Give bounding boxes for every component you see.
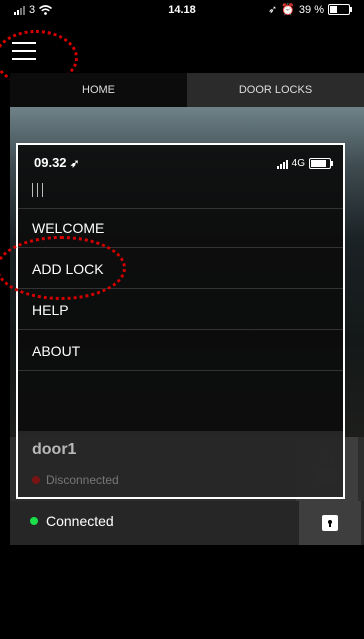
- padlock-icon: [322, 515, 338, 531]
- lock-status-text: Connected: [46, 513, 114, 529]
- door-status: Disconnected: [32, 473, 119, 487]
- battery-percent: 39 %: [298, 3, 324, 16]
- location-arrow-icon: ➶: [268, 4, 278, 16]
- overlay-screenshot: 09.32 ➶ 4G WELCOME ADD LOCK HELP ABOUT d…: [16, 143, 345, 499]
- menu-item-about[interactable]: ABOUT: [18, 331, 343, 371]
- status-right: ➶ ⏰ 39 %: [268, 3, 352, 16]
- battery-icon: [328, 4, 352, 15]
- connected-dot: [30, 517, 38, 525]
- signal-icon: [276, 159, 288, 169]
- tab-bar: HOME DOOR LOCKS: [10, 73, 364, 107]
- status-bar: 3 14.18 ➶ ⏰ 39 %: [0, 0, 364, 22]
- disconnected-dot: [32, 476, 40, 484]
- overlay-time: 09.32: [34, 155, 67, 170]
- overlay-time-group: 09.32 ➶: [34, 155, 79, 170]
- drawer-menu-icon[interactable]: [32, 183, 43, 197]
- battery-icon: [309, 158, 333, 169]
- door-name: door1: [32, 441, 77, 458]
- network-label: 4G: [291, 158, 305, 169]
- tab-door-locks[interactable]: DOOR LOCKS: [187, 73, 364, 107]
- location-arrow-icon: ➶: [70, 158, 80, 170]
- lock-button[interactable]: [299, 501, 361, 545]
- lock-status: Connected: [30, 513, 114, 529]
- tab-home[interactable]: HOME: [10, 73, 187, 107]
- overlay-status-right: 4G: [276, 158, 333, 169]
- door-status-text: Disconnected: [46, 473, 119, 487]
- alarm-icon: ⏰: [281, 4, 295, 16]
- hint-circle-add-lock: [0, 236, 126, 300]
